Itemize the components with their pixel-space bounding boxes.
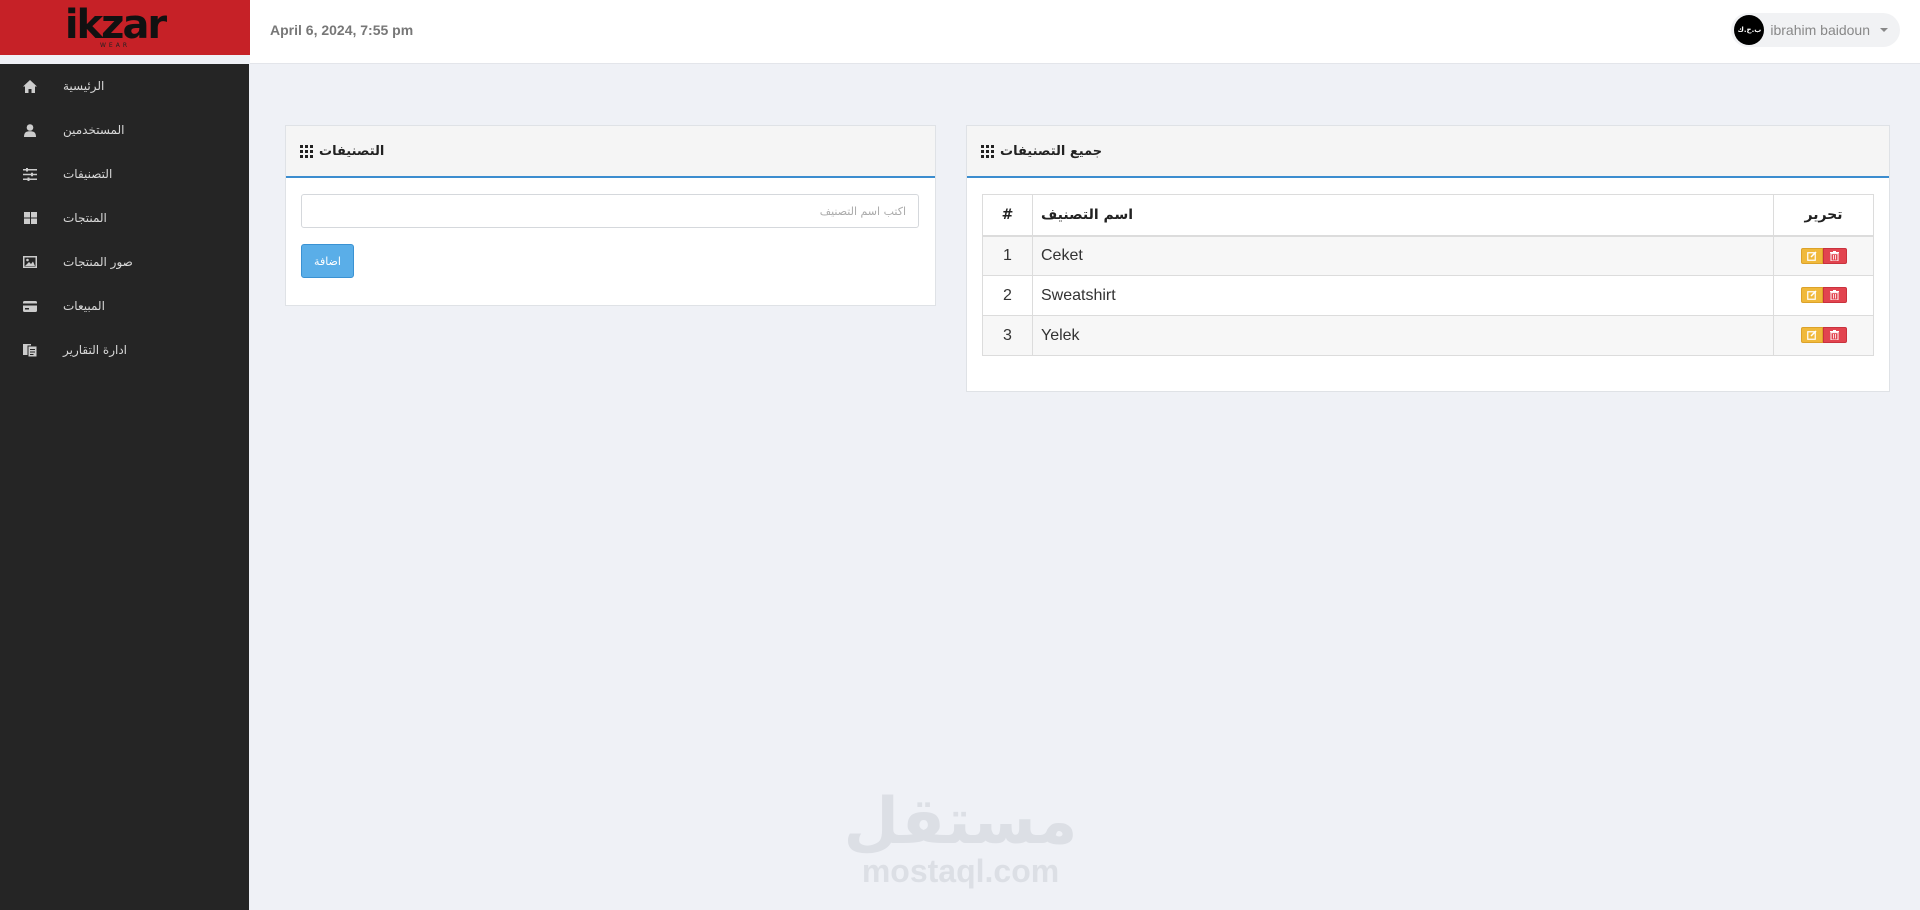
home-icon [22,78,38,94]
trash-icon [1830,330,1839,341]
user-name: ibrahim baidoun [1770,22,1870,38]
delete-button[interactable] [1822,247,1847,264]
sliders-icon [22,166,38,182]
sidebar-item-users[interactable]: المستخدمين [0,108,249,152]
avatar: ب.ح.ك [1734,15,1765,45]
sidebar-item-sales[interactable]: المبيعات [0,284,249,328]
watermark-arabic: مستقل [843,785,1078,859]
grid-icon [22,210,38,226]
row-number: 1 [982,235,1033,276]
panel-header: التصنيفات [286,126,935,178]
edit-button[interactable] [1800,287,1823,304]
category-name: Yelek [1032,315,1774,356]
delete-button[interactable] [1822,327,1847,344]
categories-table: # اسم التصنيف تحرير 1 Ceket 2 Sweatshirt… [982,194,1874,356]
brand-logo[interactable]: ikzar WEAR [0,0,250,55]
sidebar-item-label: التصنيفات [63,167,113,181]
table-header-row: # اسم التصنيف تحرير [982,194,1874,237]
add-category-panel: التصنيفات اضافة [285,125,936,306]
trash-icon [1830,250,1839,261]
table-row: 3 Yelek [982,315,1874,356]
grid-icon [300,144,313,158]
sidebar-item-products[interactable]: المنتجات [0,196,249,240]
edit-button[interactable] [1800,327,1823,344]
row-actions [1773,315,1874,356]
row-actions [1773,275,1874,316]
panel-title: جميع التصنيفات [1000,143,1103,159]
delete-button[interactable] [1822,287,1847,304]
watermark: مستقل mostaql.com [843,790,1078,888]
current-datetime: April 6, 2024, 7:55 pm [270,22,414,38]
watermark-latin: mostaql.com [861,853,1060,889]
grid-icon [981,144,994,158]
trash-icon [1830,290,1839,301]
category-name: Sweatshirt [1032,275,1774,316]
column-header-number: # [982,194,1033,237]
image-icon [22,254,38,270]
table-row: 2 Sweatshirt [982,275,1874,316]
card-icon [22,298,38,314]
row-number: 2 [982,275,1033,316]
row-number: 3 [982,315,1033,356]
sidebar-item-product-images[interactable]: صور المنتجات [0,240,249,284]
sidebar-item-label: المبيعات [63,299,105,313]
top-bar: April 6, 2024, 7:55 pm ب.ح.ك ibrahim bai… [250,0,1920,64]
column-header-name: اسم التصنيف [1032,194,1774,237]
sidebar-item-label: صور المنتجات [63,255,133,269]
brand-sub: WEAR [100,42,130,49]
sidebar: الرئيسية المستخدمين التصنيفات المنتجات ص… [0,64,249,910]
chevron-down-icon [1880,28,1888,32]
category-name: Ceket [1032,235,1774,276]
sidebar-item-home[interactable]: الرئيسية [0,64,249,108]
add-category-button[interactable]: اضافة [301,244,354,278]
files-icon [22,342,38,358]
edit-button[interactable] [1800,247,1823,264]
row-actions [1773,235,1874,276]
panel-header: جميع التصنيفات [967,126,1889,178]
sidebar-item-label: الرئيسية [63,79,105,93]
sidebar-item-reports[interactable]: ادارة التقارير [0,328,249,372]
user-menu[interactable]: ب.ح.ك ibrahim baidoun [1731,13,1900,47]
panel-title: التصنيفات [319,143,385,159]
category-name-input[interactable] [301,194,919,228]
user-icon [22,122,38,138]
edit-icon [1806,330,1817,341]
sidebar-item-label: ادارة التقارير [63,343,128,357]
brand-name: ikzar [64,2,167,48]
sidebar-item-categories[interactable]: التصنيفات [0,152,249,196]
edit-icon [1806,250,1817,261]
sidebar-item-label: المنتجات [63,211,107,225]
sidebar-item-label: المستخدمين [63,123,125,137]
table-row: 1 Ceket [982,235,1874,276]
categories-list-panel: جميع التصنيفات # اسم التصنيف تحرير 1 Cek… [966,125,1890,392]
column-header-edit: تحرير [1773,194,1874,237]
edit-icon [1806,290,1817,301]
